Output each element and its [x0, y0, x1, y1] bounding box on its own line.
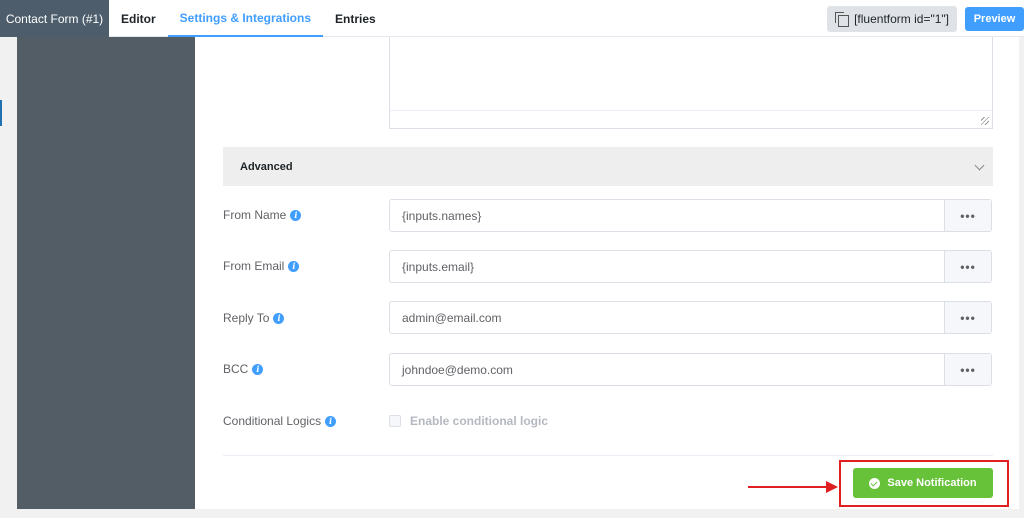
conditional-logics-label: Conditional Logics i [223, 414, 337, 428]
conditional-logic-checkbox-label: Enable conditional logic [410, 414, 549, 428]
settings-sidebar [17, 37, 195, 509]
shortcode-picker-button[interactable]: ••• [944, 302, 991, 333]
tab-entries[interactable]: Entries [323, 0, 388, 37]
reply-to-label-text: Reply To [223, 311, 270, 325]
bcc-label-text: BCC [223, 362, 249, 376]
bcc-input[interactable]: johndoe@demo.com [390, 354, 944, 385]
advanced-label: Advanced [240, 160, 293, 173]
chevron-down-icon [974, 160, 985, 171]
from-name-label: From Name i [223, 208, 302, 222]
tab-editor[interactable]: Editor [109, 0, 168, 37]
tab-settings-label: Settings & Integrations [179, 10, 312, 25]
preview-label: Preview [973, 12, 1016, 25]
copy-icon [835, 11, 850, 27]
bcc-field: johndoe@demo.com ••• [389, 353, 992, 386]
shortcode-text: [fluentform id="1"] [854, 11, 949, 26]
info-icon[interactable]: i [273, 312, 285, 324]
info-icon[interactable]: i [325, 415, 337, 427]
bcc-label: BCC i [223, 362, 264, 376]
textarea-footer [390, 110, 992, 128]
divider [223, 455, 993, 456]
message-body-textarea[interactable] [389, 37, 993, 129]
from-email-input[interactable]: {inputs.email} [390, 251, 944, 282]
notification-settings-panel: Advanced From Name i {inputs.names} ••• … [195, 37, 1019, 509]
conditional-logic-option[interactable]: Enable conditional logic [389, 414, 548, 428]
resize-handle-icon[interactable] [981, 117, 989, 125]
from-email-field: {inputs.email} ••• [389, 250, 992, 283]
shortcode-picker-button[interactable]: ••• [944, 251, 991, 282]
tab-entries-label: Entries [335, 11, 376, 26]
advanced-section-toggle[interactable]: Advanced [223, 147, 993, 186]
shortcode-copy-button[interactable]: [fluentform id="1"] [827, 5, 957, 32]
admin-left-edge [0, 37, 17, 518]
highlight-annotation-box [839, 460, 1009, 507]
info-icon[interactable]: i [288, 260, 300, 272]
preview-button[interactable]: Preview [965, 6, 1024, 31]
from-name-input[interactable]: {inputs.names} [390, 200, 944, 231]
arrow-annotation [748, 481, 838, 493]
from-name-field: {inputs.names} ••• [389, 199, 992, 232]
reply-to-label: Reply To i [223, 311, 285, 325]
shortcode-picker-button[interactable]: ••• [944, 354, 991, 385]
edge-marker [0, 100, 2, 126]
reply-to-field: admin@email.com ••• [389, 301, 992, 334]
info-icon[interactable]: i [252, 363, 264, 375]
reply-to-input[interactable]: admin@email.com [390, 302, 944, 333]
tab-editor-label: Editor [121, 11, 156, 26]
form-title: Contact Form (#1) [5, 11, 104, 26]
form-title-tab[interactable]: Contact Form (#1) [0, 0, 109, 37]
info-icon[interactable]: i [290, 209, 302, 221]
from-name-label-text: From Name [223, 208, 287, 222]
from-email-label-text: From Email [223, 259, 285, 273]
conditional-logics-label-text: Conditional Logics [223, 414, 322, 428]
conditional-logic-checkbox[interactable] [389, 415, 401, 427]
topbar-actions: [fluentform id="1"] Preview [827, 0, 1024, 37]
tab-settings-integrations[interactable]: Settings & Integrations [167, 0, 324, 37]
from-email-label: From Email i [223, 259, 300, 273]
shortcode-picker-button[interactable]: ••• [944, 200, 991, 231]
right-edge [1019, 37, 1024, 518]
top-bar: Contact Form (#1) Editor Settings & Inte… [0, 0, 1024, 37]
